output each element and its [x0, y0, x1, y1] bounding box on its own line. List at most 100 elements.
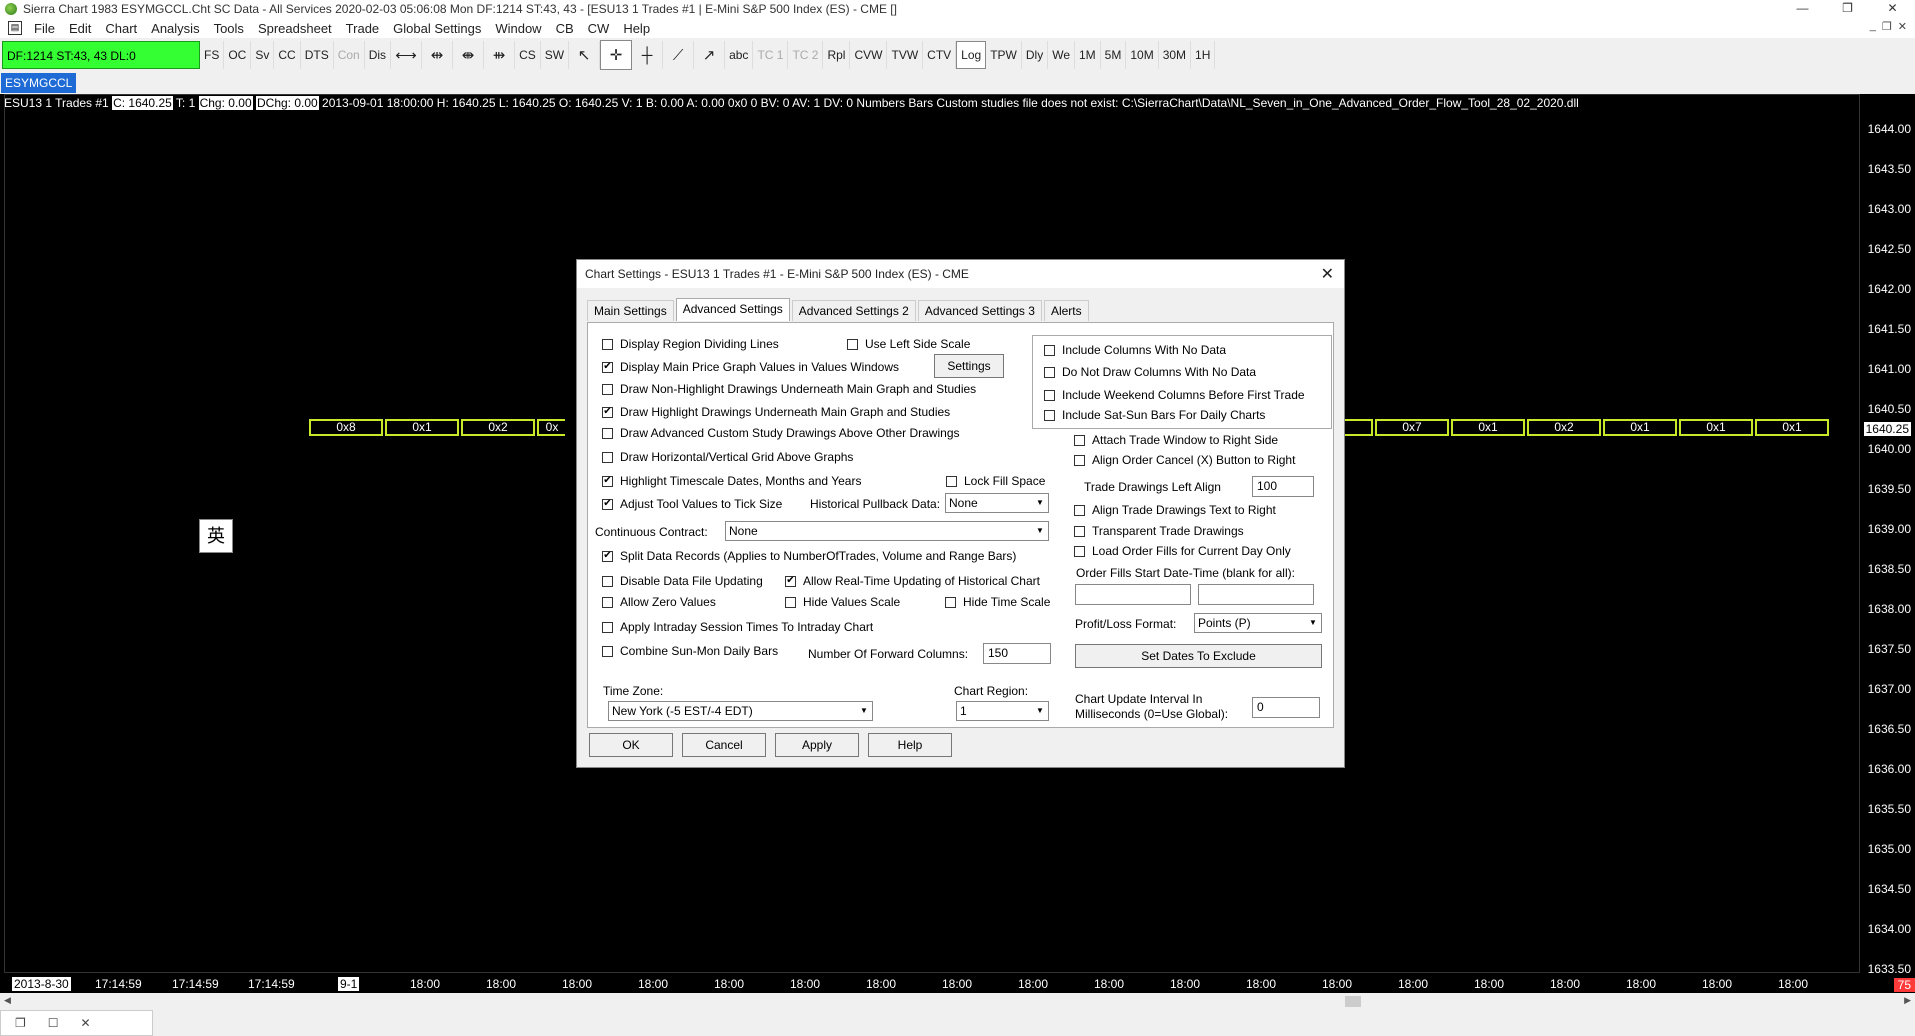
- forward-columns-input[interactable]: 150: [983, 643, 1051, 664]
- checkbox[interactable]: [785, 596, 796, 608]
- menu-analysis[interactable]: Analysis: [145, 21, 207, 36]
- minimize-button[interactable]: —: [1780, 0, 1825, 18]
- dis-button[interactable]: Dis: [365, 41, 392, 69]
- menu-file[interactable]: File: [28, 21, 63, 36]
- check-hide-values-scale[interactable]: Hide Values Scale: [785, 595, 900, 609]
- dropdown-arrow-icon[interactable]: ▼: [1034, 525, 1046, 537]
- update-interval-input[interactable]: 0: [1252, 697, 1320, 718]
- restore-button[interactable]: ❐: [1825, 0, 1870, 18]
- menu-chart[interactable]: Chart: [99, 21, 145, 36]
- dropdown-arrow-icon[interactable]: ▼: [858, 705, 870, 717]
- check-allow-zero-values[interactable]: Allow Zero Values: [602, 595, 716, 609]
- scroll-left-icon[interactable]: ◀: [4, 995, 11, 1006]
- checkbox[interactable]: [602, 451, 613, 463]
- check-hide-time-scale[interactable]: Hide Time Scale: [945, 595, 1050, 609]
- check-combine-sun-mon[interactable]: Combine Sun-Mon Daily Bars: [602, 644, 778, 658]
- help-button[interactable]: Help: [868, 733, 952, 757]
- tpw-button[interactable]: TPW: [986, 41, 1022, 69]
- menu-help[interactable]: Help: [617, 21, 658, 36]
- checkbox[interactable]: [945, 596, 956, 608]
- mdi-restore-button[interactable]: ❐: [1882, 20, 1892, 33]
- minimized-window[interactable]: ❐ ☐ ✕: [0, 1010, 153, 1036]
- check-draw-acs-above[interactable]: Draw Advanced Custom Study Drawings Abov…: [602, 426, 960, 440]
- tab-main-settings[interactable]: Main Settings: [587, 300, 674, 321]
- pointer-icon[interactable]: ↖: [569, 41, 601, 69]
- set-dates-to-exclude-button[interactable]: Set Dates To Exclude: [1075, 644, 1322, 668]
- measure-horizontal-icon[interactable]: ⟷: [391, 41, 423, 69]
- chart-region-select[interactable]: 1 ▼: [956, 701, 1049, 721]
- checkbox[interactable]: [1044, 389, 1055, 401]
- checkbox[interactable]: [602, 338, 613, 350]
- check-disable-data-file-updating[interactable]: Disable Data File Updating: [602, 574, 763, 588]
- order-fills-start-date-input[interactable]: [1075, 584, 1191, 605]
- check-draw-non-highlight-underneath[interactable]: Draw Non-Highlight Drawings Underneath M…: [602, 382, 976, 396]
- fs-button[interactable]: FS: [200, 41, 225, 69]
- continuous-contract-select[interactable]: None ▼: [725, 521, 1049, 541]
- check-load-order-fills-current-day[interactable]: Load Order Fills for Current Day Only: [1074, 544, 1291, 558]
- profit-loss-format-select[interactable]: Points (P) ▼: [1194, 613, 1322, 633]
- dly-button[interactable]: Dly: [1022, 41, 1049, 69]
- dropdown-arrow-icon[interactable]: ▼: [1307, 617, 1319, 629]
- historical-pullback-select[interactable]: None ▼: [945, 493, 1049, 513]
- checkbox[interactable]: [847, 338, 858, 350]
- check-split-data-records[interactable]: ✔ Split Data Records (Applies to NumberOf…: [602, 549, 1016, 563]
- chart-window-icon[interactable]: ▤: [8, 21, 22, 35]
- scrollbar-thumb[interactable]: [1345, 996, 1361, 1007]
- compress-bars-icon[interactable]: ⇻: [484, 41, 516, 69]
- time-scale[interactable]: 2013-8-30 17:14:59 17:14:59 17:14:59 9-1 18:0…: [4, 973, 1860, 993]
- minimized-maximize-icon[interactable]: ☐: [48, 1016, 59, 1030]
- dropdown-arrow-icon[interactable]: ▼: [1034, 705, 1046, 717]
- tc1-button[interactable]: TC 1: [753, 41, 789, 69]
- checkbox[interactable]: [602, 427, 613, 439]
- time-zone-select[interactable]: New York (-5 EST/-4 EDT) ▼: [608, 701, 873, 721]
- cs-button[interactable]: CS: [515, 41, 541, 69]
- check-allow-realtime-historical[interactable]: ✔ Allow Real-Time Updating of Historical …: [785, 574, 1040, 588]
- price-scale[interactable]: 1644.00 1643.50 1643.00 1642.50 1642.00 1641.…: [1860, 94, 1915, 992]
- check-draw-highlight-underneath[interactable]: ✔ Draw Highlight Drawings Underneath Main…: [602, 405, 950, 419]
- menu-spreadsheet[interactable]: Spreadsheet: [252, 21, 340, 36]
- tab-advanced-settings[interactable]: Advanced Settings: [675, 298, 790, 321]
- ctv-button[interactable]: CTV: [923, 41, 957, 69]
- sv-button[interactable]: Sv: [251, 41, 275, 69]
- check-grid-above-graphs[interactable]: Draw Horizontal/Vertical Grid Above Grap…: [602, 450, 853, 464]
- checkbox[interactable]: [1074, 504, 1085, 516]
- tab-advanced-settings-2[interactable]: Advanced Settings 2: [791, 300, 916, 321]
- oc-button[interactable]: OC: [224, 41, 252, 69]
- check-do-not-draw-columns-no-data[interactable]: Do Not Draw Columns With No Data: [1044, 365, 1256, 379]
- ime-indicator[interactable]: 英: [199, 519, 233, 553]
- we-button[interactable]: We: [1048, 41, 1075, 69]
- menu-trade[interactable]: Trade: [340, 21, 387, 36]
- checkbox[interactable]: [1044, 344, 1055, 356]
- log-button[interactable]: Log: [956, 41, 987, 69]
- cc-button[interactable]: CC: [274, 41, 301, 69]
- menu-window[interactable]: Window: [489, 21, 549, 36]
- dropdown-arrow-icon[interactable]: ▼: [1034, 497, 1046, 509]
- check-highlight-timescale-dates[interactable]: ✔ Highlight Timescale Dates, Months and Y…: [602, 474, 861, 488]
- minimized-restore-icon[interactable]: ❐: [15, 1016, 26, 1030]
- measure-bars-icon[interactable]: ⇹: [422, 41, 454, 69]
- cancel-button[interactable]: Cancel: [682, 733, 766, 757]
- dialog-close-icon[interactable]: ✕: [1321, 264, 1334, 284]
- close-button[interactable]: ✕: [1870, 0, 1915, 18]
- ray-tool-icon[interactable]: ↗: [694, 41, 726, 69]
- check-include-weekend-columns[interactable]: Include Weekend Columns Before First Tra…: [1044, 388, 1305, 402]
- line-tool-icon[interactable]: ⟋: [663, 41, 695, 69]
- scroll-right-icon[interactable]: ▶: [1904, 995, 1911, 1006]
- tab-advanced-settings-3[interactable]: Advanced Settings 3: [917, 300, 1042, 321]
- check-display-region-dividing-lines[interactable]: Display Region Dividing Lines: [602, 337, 779, 351]
- check-attach-trade-window-right[interactable]: Attach Trade Window to Right Side: [1074, 433, 1278, 447]
- checkbox[interactable]: [1074, 545, 1085, 557]
- check-display-main-price-values[interactable]: ✔ Display Main Price Graph Values in Valu…: [602, 360, 899, 374]
- chart-horizontal-scrollbar[interactable]: ◀ ▶: [0, 993, 1915, 1010]
- tc2-button[interactable]: TC 2: [788, 41, 824, 69]
- checkbox[interactable]: [602, 621, 613, 633]
- menu-cw[interactable]: CW: [582, 21, 618, 36]
- checkbox[interactable]: [946, 475, 957, 487]
- menu-global-settings[interactable]: Global Settings: [387, 21, 489, 36]
- menu-edit[interactable]: Edit: [63, 21, 99, 36]
- checkbox[interactable]: ✔: [602, 498, 613, 510]
- menu-cb[interactable]: CB: [550, 21, 582, 36]
- dts-button[interactable]: DTS: [301, 41, 334, 69]
- sw-button[interactable]: SW: [541, 41, 570, 69]
- check-use-left-side-scale[interactable]: Use Left Side Scale: [847, 337, 970, 351]
